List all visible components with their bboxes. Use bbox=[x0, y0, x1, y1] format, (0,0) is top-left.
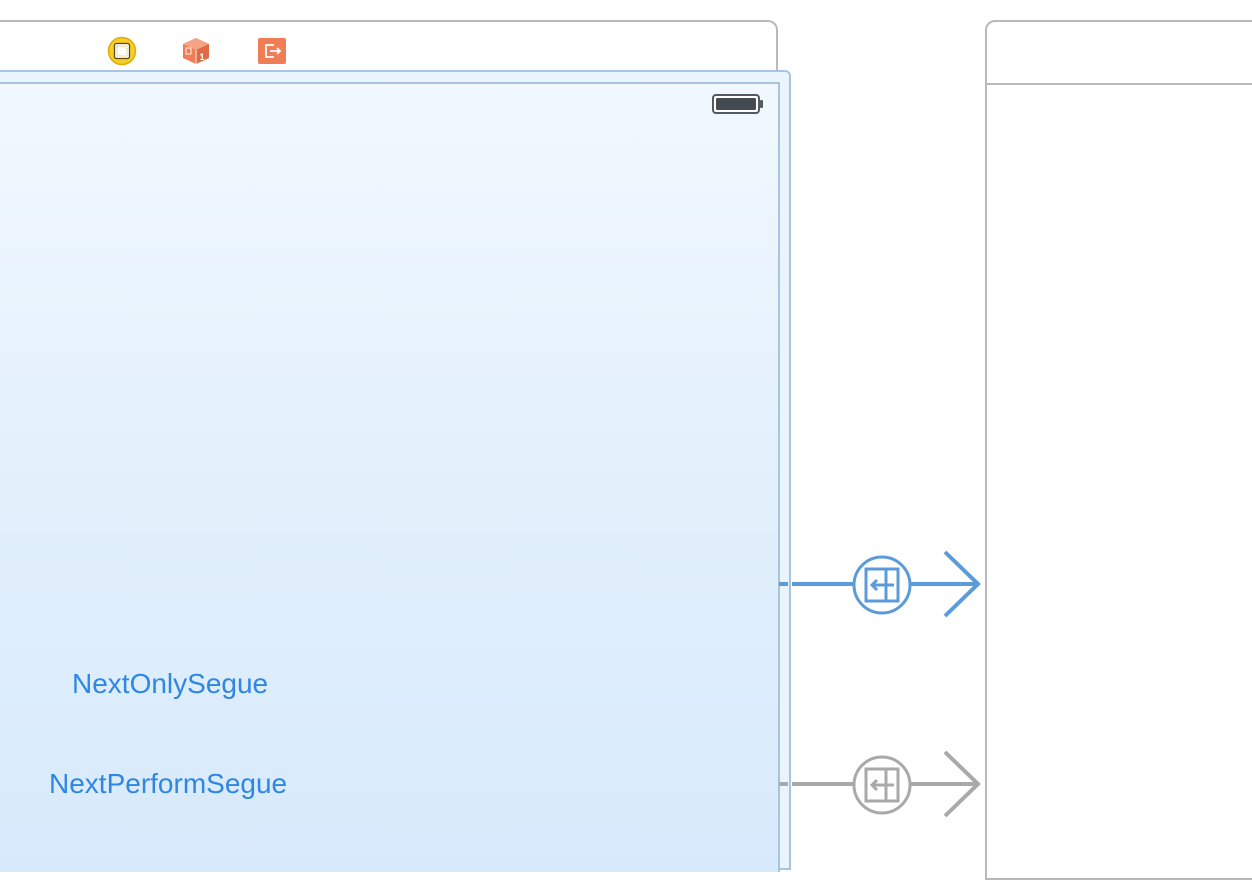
storyboard-canvas: 1 NextOnlySegue NextPerformSegue bbox=[0, 0, 1252, 880]
battery-icon bbox=[712, 94, 764, 119]
next-perform-segue-button[interactable]: NextPerformSegue bbox=[49, 770, 287, 798]
exit-icon[interactable] bbox=[257, 36, 287, 66]
navigation-bar-divider bbox=[987, 83, 1252, 85]
view-controller-icon[interactable] bbox=[107, 36, 137, 66]
show-segue-selected[interactable] bbox=[779, 550, 981, 618]
source-view-controller[interactable] bbox=[0, 70, 791, 872]
destination-view-controller[interactable] bbox=[985, 20, 1252, 880]
first-responder-icon[interactable]: 1 bbox=[181, 36, 211, 66]
source-view bbox=[0, 82, 780, 872]
svg-text:1: 1 bbox=[199, 52, 204, 62]
next-only-segue-button[interactable]: NextOnlySegue bbox=[72, 670, 268, 698]
show-segue[interactable] bbox=[779, 750, 981, 818]
